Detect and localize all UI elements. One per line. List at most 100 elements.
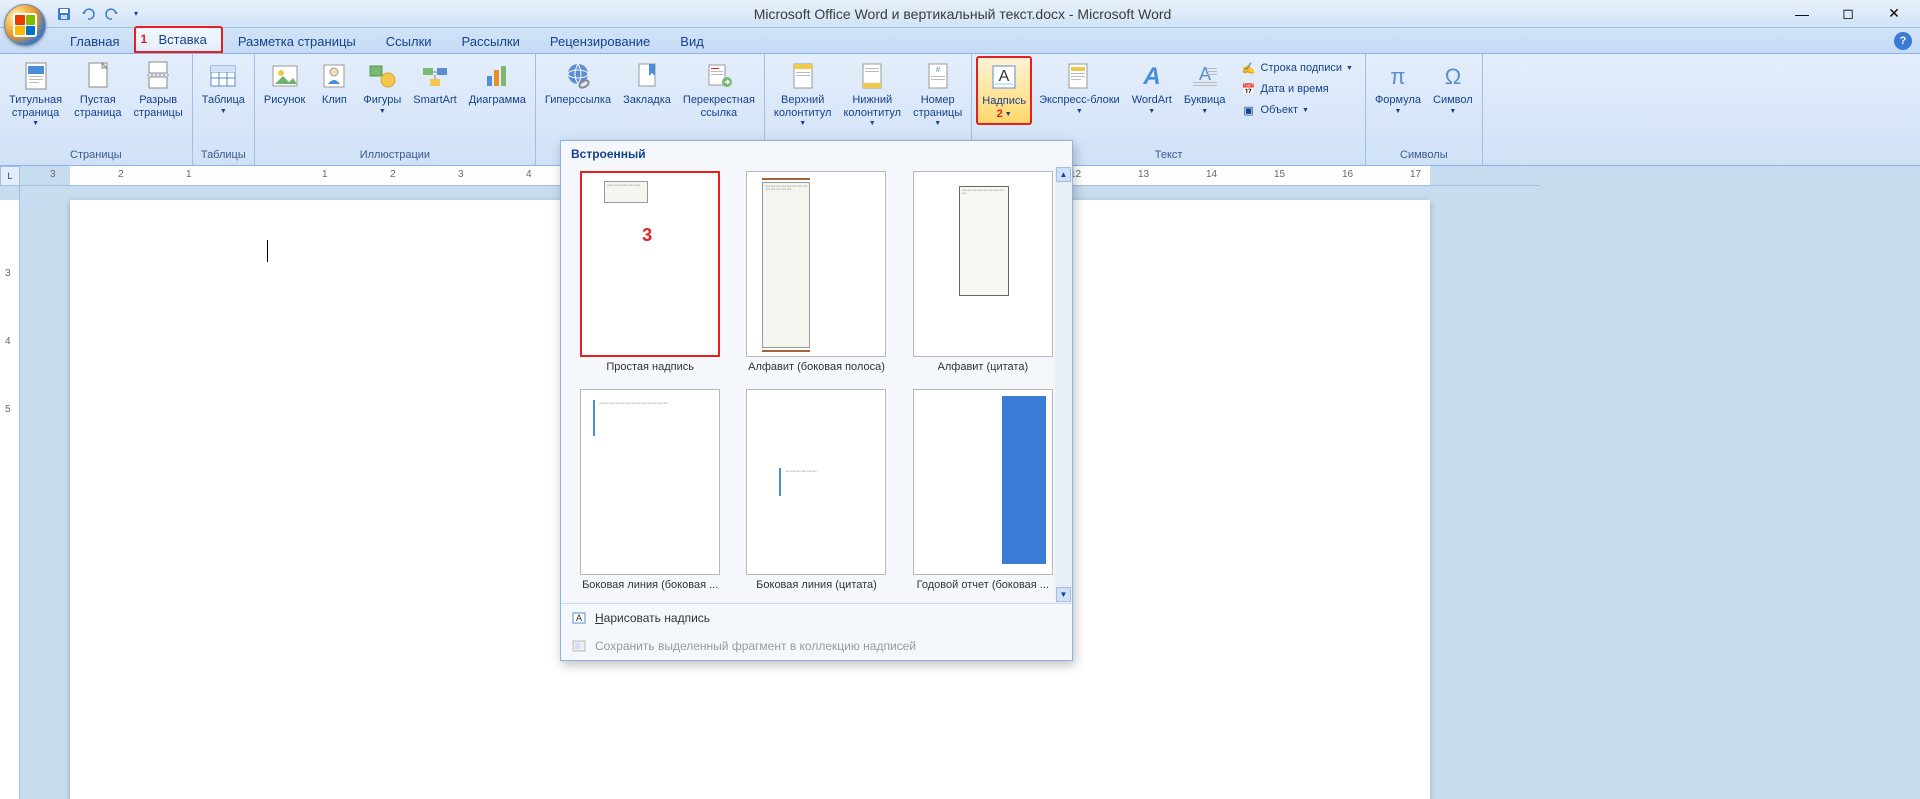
quick-parts-icon — [1063, 60, 1095, 92]
chevron-down-icon: ▼ — [1449, 108, 1456, 115]
redo-icon[interactable] — [103, 5, 121, 23]
chevron-down-icon: ▼ — [934, 120, 941, 127]
object-button[interactable]: ▣Объект▼ — [1237, 100, 1357, 120]
gallery-item-sideline-sidebar[interactable]: xxx xxx xxx xxx xxx xxx xxx xxx xxx xxx … — [571, 385, 729, 595]
chevron-down-icon: ▼ — [379, 108, 386, 115]
table-icon — [207, 60, 239, 92]
table-button[interactable]: Таблица▼ — [197, 56, 250, 119]
chart-button[interactable]: Диаграмма — [464, 56, 531, 111]
maximize-button[interactable]: ◻ — [1826, 3, 1870, 25]
textbox-icon: A — [988, 61, 1020, 93]
chevron-down-icon: ▼ — [799, 120, 806, 127]
textbox-button[interactable]: A Надпись 2▼ — [976, 56, 1032, 125]
cover-page-button[interactable]: Титульнаястраница▼ — [4, 56, 67, 131]
group-pages-label: Страницы — [4, 147, 188, 163]
gallery-item-sideline-quote[interactable]: xxx xxx xxx xxx xxx xxx Боковая линия (ц… — [737, 385, 895, 595]
svg-text:A: A — [999, 68, 1010, 85]
footer-button[interactable]: Нижнийколонтитул▼ — [838, 56, 906, 131]
draw-textbox-button[interactable]: A Нарисовать надпись — [561, 604, 1072, 632]
text-small-buttons: ✍Строка подписи▼ 📅Дата и время ▣Объект▼ — [1233, 56, 1361, 122]
scroll-up-icon[interactable]: ▲ — [1056, 167, 1071, 182]
signature-icon: ✍ — [1241, 60, 1257, 76]
header-button[interactable]: Верхнийколонтитул▼ — [769, 56, 837, 131]
chevron-down-icon: ▼ — [1148, 108, 1155, 115]
wordart-icon: A — [1136, 60, 1168, 92]
tab-mailings[interactable]: Рассылки — [447, 29, 535, 53]
save-icon[interactable] — [55, 5, 73, 23]
chart-icon — [481, 60, 513, 92]
group-tables: Таблица▼ Таблицы — [193, 54, 255, 165]
tab-review[interactable]: Рецензирование — [535, 29, 665, 53]
chevron-down-icon: ▼ — [1076, 108, 1083, 115]
save-selection-button: Сохранить выделенный фрагмент в коллекци… — [561, 632, 1072, 660]
gallery-scrollbar[interactable]: ▲ ▼ — [1055, 167, 1072, 602]
gallery-item-alphabet-quote[interactable]: xxx xxx xxx xxx xxx xxx xxx xxx xxx Алфа… — [904, 167, 1062, 377]
gallery-grid: xxxx xxxx xxxx xxxx xxxx 3 Простая надпи… — [561, 167, 1072, 595]
blank-page-button[interactable]: Пустаястраница — [69, 56, 126, 123]
chevron-down-icon: ▼ — [220, 108, 227, 115]
text-cursor — [267, 240, 268, 262]
page-number-button[interactable]: # Номерстраницы▼ — [908, 56, 967, 131]
office-button[interactable] — [0, 0, 50, 50]
chevron-down-icon: ▼ — [1005, 111, 1012, 118]
gallery-item-annual-report[interactable]: Годовой отчет (боковая ... — [904, 385, 1062, 595]
window-title: Microsoft Office Word и вертикальный тек… — [145, 6, 1780, 22]
clip-button[interactable]: Клип — [312, 56, 356, 111]
shapes-button[interactable]: Фигуры▼ — [358, 56, 406, 119]
tab-references[interactable]: Ссылки — [371, 29, 447, 53]
symbol-icon: Ω — [1437, 60, 1469, 92]
group-symbols: π Формула▼ Ω Символ▼ Символы — [1366, 54, 1483, 165]
chevron-down-icon: ▼ — [1201, 108, 1208, 115]
annotation-3: 3 — [642, 225, 652, 246]
symbol-button[interactable]: Ω Символ▼ — [1428, 56, 1478, 119]
tab-view[interactable]: Вид — [665, 29, 719, 53]
calendar-icon: 📅 — [1241, 81, 1257, 97]
close-button[interactable]: ✕ — [1872, 3, 1916, 25]
help-icon[interactable]: ? — [1894, 32, 1912, 50]
dropcap-button[interactable]: A Буквица▼ — [1179, 56, 1231, 119]
date-time-button[interactable]: 📅Дата и время — [1237, 79, 1357, 99]
scroll-down-icon[interactable]: ▼ — [1056, 587, 1071, 602]
smartart-button[interactable]: SmartArt — [408, 56, 461, 111]
tab-page-layout[interactable]: Разметка страницы — [223, 29, 371, 53]
object-icon: ▣ — [1241, 102, 1257, 118]
picture-button[interactable]: Рисунок — [259, 56, 311, 111]
gallery-item-simple[interactable]: xxxx xxxx xxxx xxxx xxxx 3 Простая надпи… — [571, 167, 729, 377]
shapes-icon — [366, 60, 398, 92]
gallery-item-alphabet-sidebar[interactable]: xxx xxx xxx xxx xxx xxx xxx xxx xxx xxx … — [737, 167, 895, 377]
hyperlink-button[interactable]: Гиперссылка — [540, 56, 616, 111]
bookmark-icon — [631, 60, 663, 92]
undo-icon[interactable] — [79, 5, 97, 23]
minimize-button[interactable]: — — [1780, 3, 1824, 25]
group-symbols-label: Символы — [1370, 147, 1478, 163]
ribbon-tabs: Главная 1 Вставка Разметка страницы Ссыл… — [0, 28, 1920, 54]
blank-page-icon — [82, 60, 114, 92]
group-illustrations-label: Иллюстрации — [259, 147, 531, 163]
ruler-vertical[interactable]: 345 — [0, 186, 20, 799]
tab-insert[interactable]: 1 Вставка — [134, 26, 222, 53]
quick-parts-button[interactable]: Экспресс-блоки▼ — [1034, 56, 1125, 119]
footer-icon — [856, 60, 888, 92]
chevron-down-icon: ▼ — [1302, 107, 1309, 114]
svg-text:A: A — [576, 613, 582, 623]
svg-text:π: π — [1390, 64, 1405, 89]
save-selection-icon — [571, 638, 587, 654]
textbox-gallery: Встроенный xxxx xxxx xxxx xxxx xxxx 3 Пр… — [560, 140, 1073, 661]
draw-textbox-icon: A — [571, 610, 587, 626]
page-break-button[interactable]: Разрывстраницы — [129, 56, 188, 123]
cover-page-icon — [20, 60, 52, 92]
header-icon — [787, 60, 819, 92]
group-pages: Титульнаястраница▼ Пустаястраница Разрыв… — [0, 54, 193, 165]
equation-button[interactable]: π Формула▼ — [1370, 56, 1426, 119]
tab-home[interactable]: Главная — [55, 29, 134, 53]
qat-customize-icon[interactable]: ▾ — [127, 5, 145, 23]
ruler-corner[interactable]: L — [0, 166, 20, 186]
page-number-icon: # — [922, 60, 954, 92]
chevron-down-icon: ▼ — [1395, 108, 1402, 115]
wordart-button[interactable]: A WordArt▼ — [1127, 56, 1177, 119]
equation-icon: π — [1382, 60, 1414, 92]
bookmark-button[interactable]: Закладка — [618, 56, 676, 111]
annotation-1: 1 — [140, 32, 147, 46]
signature-line-button[interactable]: ✍Строка подписи▼ — [1237, 58, 1357, 78]
cross-ref-button[interactable]: Перекрестнаяссылка — [678, 56, 760, 123]
